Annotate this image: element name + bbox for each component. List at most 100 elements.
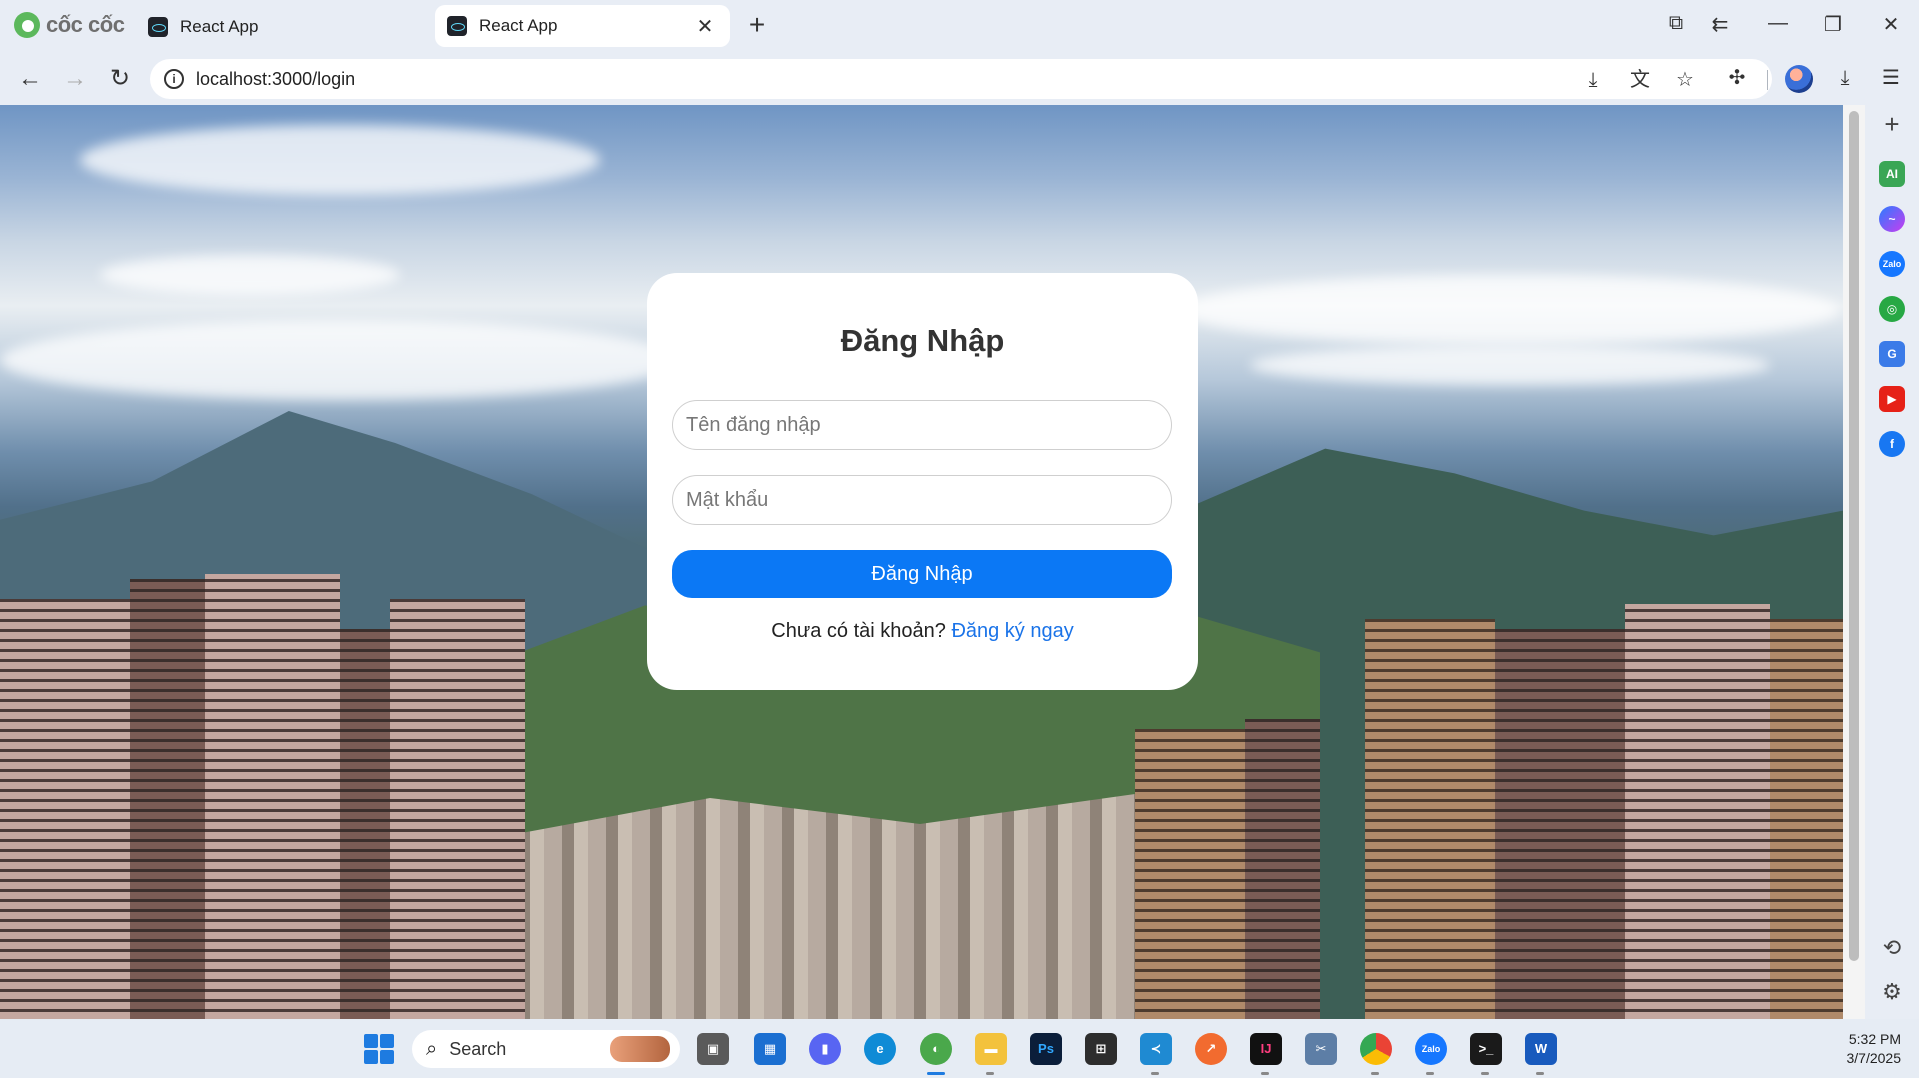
- running-app-indicator: [1426, 1072, 1434, 1075]
- building: [1365, 619, 1495, 1019]
- username-input[interactable]: [672, 400, 1172, 450]
- add-sidebar-item-icon[interactable]: +: [1879, 109, 1905, 140]
- tab-title: React App: [180, 17, 259, 36]
- search-icon: ⌕: [426, 1037, 438, 1060]
- back-button[interactable]: ←: [13, 62, 47, 96]
- building: [1495, 629, 1625, 1019]
- login-card: Đăng Nhập Đăng Nhập Chưa có tài khoản? Đ…: [647, 273, 1198, 690]
- ai-icon[interactable]: AI: [1879, 161, 1905, 187]
- password-input[interactable]: [672, 475, 1172, 525]
- omnibox[interactable]: i localhost:3000/login ⤓ 文 ☆: [150, 59, 1772, 99]
- taskbar: ⌕ Search ▣ ▦ ▮ e ◐ ▬ Ps ⊞ ≺ ↗ IJ ✂ Zalo …: [0, 1019, 1919, 1078]
- close-tab-icon[interactable]: ✕: [692, 14, 718, 39]
- downloads-icon[interactable]: ⤓: [1830, 63, 1860, 93]
- system-clock[interactable]: 5:32 PM 3/7/2025: [1847, 1030, 1902, 1068]
- intellij-icon[interactable]: IJ: [1250, 1033, 1282, 1065]
- building: [0, 599, 130, 1019]
- active-app-indicator: [927, 1072, 945, 1075]
- tab-react-app-2[interactable]: React App ✕: [435, 5, 730, 47]
- task-view-icon[interactable]: ▣: [697, 1033, 729, 1065]
- postman-icon[interactable]: ↗: [1195, 1033, 1227, 1065]
- taskbar-search[interactable]: ⌕ Search: [412, 1030, 680, 1068]
- file-explorer-icon[interactable]: ▬: [975, 1033, 1007, 1065]
- reload-button[interactable]: ↻: [103, 62, 137, 96]
- minimize-button[interactable]: —: [1763, 12, 1793, 35]
- building: [205, 574, 340, 1019]
- word-icon[interactable]: W: [1525, 1033, 1557, 1065]
- building: [1135, 729, 1245, 1019]
- page-background: Đăng Nhập Đăng Nhập Chưa có tài khoản? Đ…: [0, 105, 1843, 1019]
- running-app-indicator: [986, 1072, 994, 1075]
- forward-button[interactable]: →: [58, 62, 92, 96]
- tab-search-icon[interactable]: ⇇: [1705, 12, 1735, 37]
- scrollbar-thumb[interactable]: [1849, 111, 1859, 961]
- store-icon[interactable]: ⊞: [1085, 1033, 1117, 1065]
- windows-start-icon[interactable]: [364, 1034, 394, 1064]
- running-app-indicator: [1536, 1072, 1544, 1075]
- browser-brand[interactable]: cốc cốc: [14, 12, 125, 38]
- building: [1245, 719, 1320, 1019]
- login-button[interactable]: Đăng Nhập: [672, 550, 1172, 598]
- widgets-icon[interactable]: ▦: [754, 1033, 786, 1065]
- extensions-icon[interactable]: ✣: [1722, 63, 1752, 93]
- vscode-icon[interactable]: ≺: [1140, 1033, 1172, 1065]
- photoshop-icon[interactable]: Ps: [1030, 1033, 1062, 1065]
- running-app-indicator: [1151, 1072, 1159, 1075]
- brand-name: cốc cốc: [46, 12, 125, 37]
- running-app-indicator: [1481, 1072, 1489, 1075]
- restore-button[interactable]: ❐: [1818, 12, 1848, 37]
- coccoc-logo-icon: [14, 12, 40, 38]
- site-info-icon[interactable]: i: [164, 69, 184, 89]
- screen-search-icon[interactable]: ⧉: [1661, 12, 1691, 35]
- tab-react-app-1[interactable]: React App: [136, 6, 431, 48]
- snipping-tool-icon[interactable]: ✂: [1305, 1033, 1337, 1065]
- signup-row: Chưa có tài khoản? Đăng ký ngay: [647, 620, 1198, 643]
- building: [1770, 619, 1843, 1019]
- url-text[interactable]: localhost:3000/login: [196, 69, 355, 90]
- cloud: [1250, 345, 1770, 385]
- bookmark-star-icon[interactable]: ☆: [1672, 67, 1698, 93]
- building: [340, 629, 390, 1019]
- running-app-indicator: [1371, 1072, 1379, 1075]
- facebook-icon[interactable]: f: [1879, 431, 1905, 457]
- building: [130, 579, 205, 1019]
- clock-time: 5:32 PM: [1848, 1031, 1901, 1047]
- zalo-taskbar-icon[interactable]: Zalo: [1415, 1033, 1447, 1065]
- tab-title: React App: [479, 16, 558, 35]
- profile-avatar[interactable]: [1785, 65, 1813, 93]
- chrome-icon[interactable]: [1360, 1033, 1392, 1065]
- menu-icon[interactable]: ☰: [1876, 63, 1906, 93]
- settings-icon[interactable]: ⚙: [1879, 979, 1905, 1005]
- coccoc-icon[interactable]: ◐: [920, 1033, 952, 1065]
- terminal-icon[interactable]: >_: [1470, 1033, 1502, 1065]
- install-app-icon[interactable]: ⤓: [1580, 67, 1606, 93]
- translate-icon[interactable]: G: [1879, 341, 1905, 367]
- history-icon[interactable]: ⟲: [1879, 935, 1905, 961]
- clock-date: 3/7/2025: [1846, 1050, 1902, 1066]
- youtube-icon[interactable]: ▶: [1879, 386, 1905, 412]
- react-favicon-icon: [447, 16, 467, 36]
- games-icon[interactable]: ◎: [1879, 296, 1905, 322]
- tab-bar: cốc cốc React App React App ✕ + ⧉ ⇇ — ❐ …: [0, 0, 1919, 52]
- zalo-icon[interactable]: Zalo: [1879, 251, 1905, 277]
- teams-chat-icon[interactable]: ▮: [809, 1033, 841, 1065]
- cloud: [80, 125, 600, 195]
- side-panel: + AI ~ Zalo ◎ G ▶ f ⟲ ⚙: [1865, 105, 1919, 1019]
- messenger-icon[interactable]: ~: [1879, 206, 1905, 232]
- taskbar-search-label: Search: [449, 1038, 507, 1059]
- signup-link[interactable]: Đăng ký ngay: [951, 620, 1073, 642]
- address-bar-row: ← → ↻ i localhost:3000/login ⤓ 文 ☆ ✣ ⤓ ☰: [0, 52, 1919, 105]
- page-scrollbar[interactable]: [1843, 105, 1865, 1019]
- signup-prompt: Chưa có tài khoản?: [771, 620, 946, 642]
- edge-icon[interactable]: e: [864, 1033, 896, 1065]
- close-window-button[interactable]: ✕: [1876, 12, 1906, 37]
- cloud: [100, 255, 400, 295]
- react-favicon-icon: [148, 17, 168, 37]
- search-highlight-image: [610, 1036, 670, 1062]
- cloud: [0, 320, 680, 400]
- running-app-indicator: [1261, 1072, 1269, 1075]
- login-title: Đăng Nhập: [840, 323, 1005, 358]
- building: [390, 599, 525, 1019]
- new-tab-button[interactable]: +: [742, 10, 772, 40]
- translate-icon[interactable]: 文: [1627, 67, 1653, 93]
